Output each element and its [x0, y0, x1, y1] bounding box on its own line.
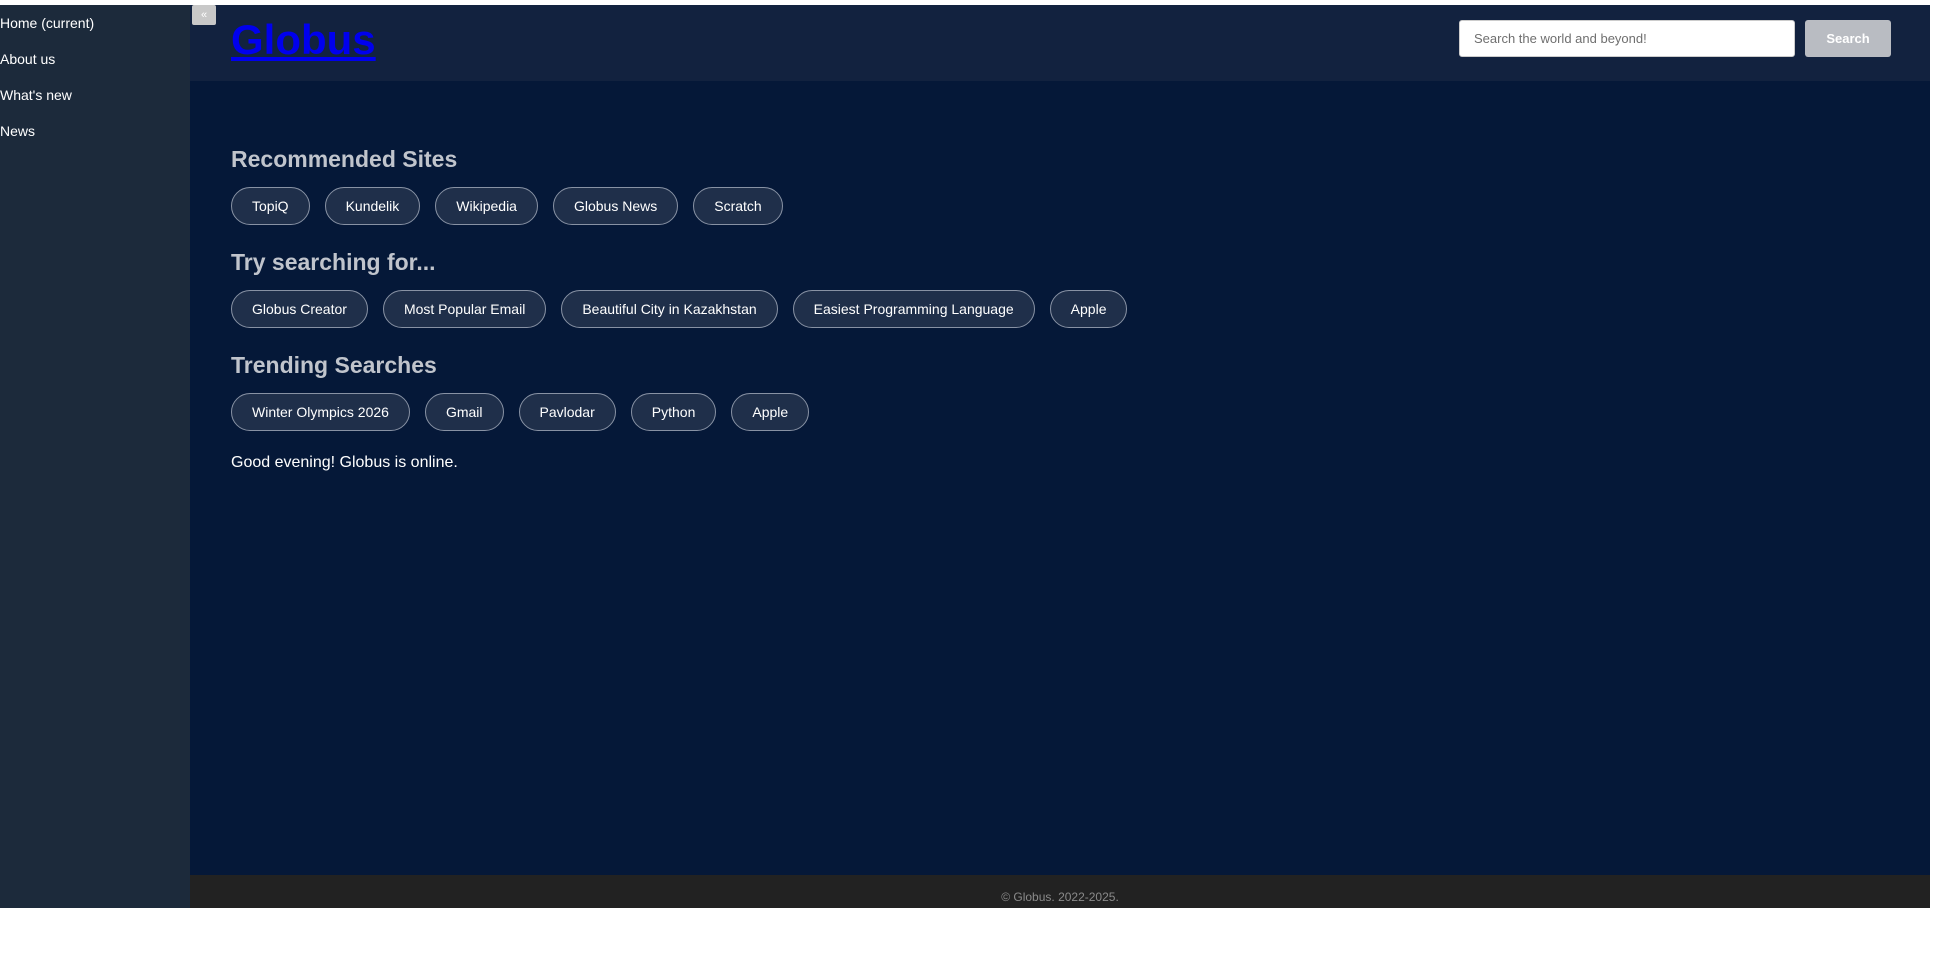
pill-globus-creator[interactable]: Globus Creator [231, 290, 368, 328]
recommended-sites-row: TopiQ Kundelik Wikipedia Globus News Scr… [231, 187, 1831, 225]
pill-apple-trending[interactable]: Apple [731, 393, 810, 431]
status-message: Good evening! Globus is online. [231, 454, 458, 471]
sidebar: Home (current) About us What's new News [0, 5, 190, 908]
section-title-recommended: Recommended Sites [231, 146, 458, 172]
pill-most-popular-email[interactable]: Most Popular Email [382, 290, 547, 328]
try-searching-row: Globus Creator Most Popular Email Beauti… [231, 290, 1831, 328]
trending-searches-row: Winter Olympics 2026 Gmail Pavlodar Pyth… [231, 393, 1831, 431]
pill-scratch[interactable]: Scratch [693, 187, 783, 225]
pill-kundelik[interactable]: Kundelik [324, 187, 421, 225]
pill-wikipedia[interactable]: Wikipedia [435, 187, 538, 225]
section-title-try-searching: Try searching for... [231, 249, 436, 275]
footer: © Globus. 2022-2025. [190, 875, 1930, 908]
sidebar-collapse-button[interactable]: « [192, 5, 216, 25]
content: Recommended Sites TopiQ Kundelik Wikiped… [231, 145, 1831, 472]
pill-python[interactable]: Python [630, 393, 717, 431]
pill-pavlodar[interactable]: Pavlodar [518, 393, 616, 431]
pill-winter-olympics[interactable]: Winter Olympics 2026 [231, 393, 410, 431]
pill-globus-news[interactable]: Globus News [552, 187, 679, 225]
sidebar-item-news[interactable]: News [0, 123, 190, 159]
pill-beautiful-city[interactable]: Beautiful City in Kazakhstan [561, 290, 778, 328]
search-button[interactable]: Search [1805, 20, 1891, 57]
sidebar-item-home[interactable]: Home (current) [0, 15, 190, 51]
search-input[interactable] [1459, 20, 1795, 57]
pill-topiq[interactable]: TopiQ [231, 187, 310, 225]
copyright-text: © Globus. 2022-2025. [1001, 890, 1119, 904]
app-window: Home (current) About us What's new News … [0, 5, 1930, 908]
pill-apple-try[interactable]: Apple [1049, 290, 1128, 328]
section-title-trending: Trending Searches [231, 352, 437, 378]
logo-link[interactable]: Globus [231, 16, 376, 64]
header: Globus Search [190, 5, 1930, 81]
pill-gmail[interactable]: Gmail [424, 393, 504, 431]
sidebar-item-whats-new[interactable]: What's new [0, 87, 190, 123]
sidebar-item-about[interactable]: About us [0, 51, 190, 87]
main-area: Globus Search Recommended Sites TopiQ Ku… [190, 5, 1930, 908]
pill-easiest-language[interactable]: Easiest Programming Language [792, 290, 1035, 328]
